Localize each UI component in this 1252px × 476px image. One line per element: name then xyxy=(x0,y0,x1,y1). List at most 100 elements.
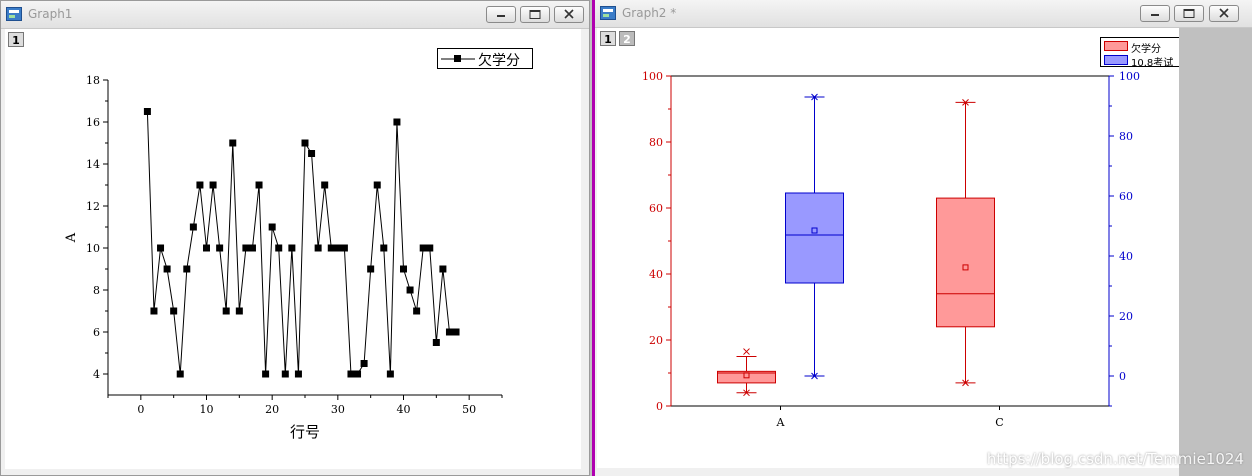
data-point xyxy=(143,108,151,115)
x-tick-label: 50 xyxy=(462,403,476,416)
y-tick-label: 18 xyxy=(86,74,100,87)
right-y-tick-label: 40 xyxy=(1119,250,1133,263)
legend-label: 欠学分 xyxy=(478,53,520,69)
y-axis-label: A xyxy=(64,232,79,243)
data-point xyxy=(367,265,375,273)
data-point xyxy=(288,244,296,252)
maximize-button[interactable] xyxy=(520,6,550,23)
y-tick-label: 14 xyxy=(86,158,100,171)
chart-legend[interactable]: 欠学分 xyxy=(437,48,533,69)
data-point xyxy=(189,223,197,231)
data-point xyxy=(400,265,407,273)
y-tick-label: 10 xyxy=(86,242,100,255)
data-point xyxy=(347,370,355,378)
data-point xyxy=(314,244,322,252)
box xyxy=(785,192,844,284)
data-point xyxy=(354,370,362,378)
box xyxy=(936,197,995,328)
left-y-tick-label: 60 xyxy=(649,202,663,215)
left-y-tick-label: 20 xyxy=(649,334,663,347)
data-point xyxy=(242,244,250,252)
close-button[interactable] xyxy=(1209,5,1239,22)
data-point xyxy=(413,307,421,315)
data-point xyxy=(426,244,434,252)
right-y-tick-label: 60 xyxy=(1119,190,1133,203)
data-point xyxy=(380,244,388,252)
data-point xyxy=(393,118,401,126)
data-point xyxy=(439,265,447,273)
graph-window-icon xyxy=(600,6,616,20)
data-point xyxy=(452,328,460,336)
box-chart: 0 20 40 60 80 100 0 20 40 60 80 100 A C xyxy=(642,70,1140,429)
data-point xyxy=(373,181,381,189)
right-y-tick-label: 20 xyxy=(1119,310,1133,323)
right-y-tick-label: 80 xyxy=(1119,130,1133,143)
data-point xyxy=(360,360,368,367)
legend-label-1: 欠学分 xyxy=(1131,44,1161,55)
graph2-titlebar[interactable]: Graph2 * xyxy=(595,0,1252,28)
graph1-window[interactable]: Graph1 1 4 6 8 10 12 14 16 18 0 10 20 30 40 50 行号 A 欠学分 xyxy=(0,0,590,476)
data-point xyxy=(196,181,204,189)
left-y-tick-label: 0 xyxy=(656,400,663,413)
x-tick-label: C xyxy=(995,416,1003,429)
data-point xyxy=(268,223,276,231)
workspace-background xyxy=(1179,28,1252,476)
right-y-tick-label: 100 xyxy=(1119,70,1140,83)
watermark: https://blog.csdn.net/Temmie1024 xyxy=(986,450,1244,468)
minimize-button[interactable] xyxy=(486,6,516,23)
data-point xyxy=(203,244,210,252)
data-point xyxy=(340,244,348,252)
line-chart: 4 6 8 10 12 14 16 18 0 10 20 30 40 50 行号 A xyxy=(64,74,503,441)
y-tick-label: 16 xyxy=(86,116,100,129)
data-point xyxy=(209,181,217,189)
data-point xyxy=(222,307,230,315)
x-tick-label: 30 xyxy=(331,403,345,416)
x-tick-label: 0 xyxy=(137,403,144,416)
graph2-window[interactable]: Graph2 * 1 2 0 20 40 60 80 100 0 20 40 60 80 100 A C … xyxy=(592,0,1252,476)
data-point xyxy=(163,265,171,273)
maximize-button[interactable] xyxy=(1174,5,1204,22)
legend-label-2: 10.8考试 xyxy=(1131,58,1174,69)
y-tick-label: 4 xyxy=(93,368,100,381)
x-tick-label: 20 xyxy=(265,403,279,416)
data-point xyxy=(321,181,329,189)
chart-legend[interactable]: 欠学分 10.8考试 xyxy=(1100,37,1184,69)
data-point xyxy=(275,244,283,252)
minimize-button[interactable] xyxy=(1140,5,1170,22)
data-point xyxy=(308,150,316,157)
data-point xyxy=(216,244,224,252)
data-point xyxy=(445,328,453,336)
graph1-titlebar[interactable]: Graph1 xyxy=(1,1,589,29)
y-tick-label: 8 xyxy=(93,284,100,297)
data-point xyxy=(419,244,427,252)
graph2-title: Graph2 * xyxy=(622,6,677,20)
left-y-tick-label: 40 xyxy=(649,268,663,281)
data-point xyxy=(334,244,342,252)
left-y-tick-label: 100 xyxy=(642,70,663,83)
extreme-marker xyxy=(743,348,750,355)
x-tick-label: 40 xyxy=(397,403,411,416)
series-line xyxy=(146,111,457,375)
legend-swatch-1 xyxy=(1104,41,1128,51)
data-point xyxy=(176,370,184,378)
legend-line-symbol-icon xyxy=(441,55,475,62)
data-point xyxy=(248,244,256,252)
y-tick-label: 12 xyxy=(86,200,100,213)
data-point xyxy=(170,307,178,315)
graph2-page[interactable]: 1 2 0 20 40 60 80 100 0 20 40 60 80 100 A C 欠学分 10.8考… xyxy=(597,28,1184,468)
data-point xyxy=(229,139,237,147)
data-point xyxy=(235,307,243,315)
x-tick-label: A xyxy=(776,416,786,429)
x-axis-label: 行号 xyxy=(290,423,320,441)
data-point xyxy=(327,244,335,252)
data-point xyxy=(150,307,158,315)
data-point xyxy=(157,244,165,252)
graph1-page[interactable]: 1 4 6 8 10 12 14 16 18 0 10 20 30 40 50 行号 A 欠学分 xyxy=(5,29,581,469)
data-point xyxy=(255,181,263,189)
data-point xyxy=(432,339,440,346)
y-tick-label: 6 xyxy=(93,326,100,339)
x-tick-label: 10 xyxy=(200,403,214,416)
legend-swatch-2 xyxy=(1104,55,1128,65)
data-point xyxy=(281,370,289,378)
close-button[interactable] xyxy=(554,6,584,23)
